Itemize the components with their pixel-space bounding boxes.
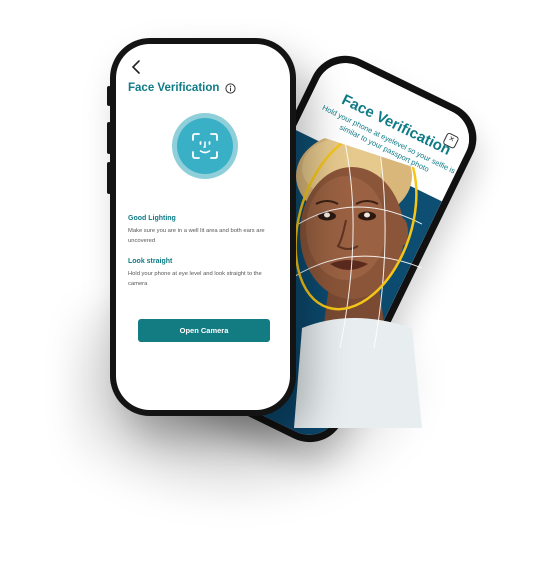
side-button-mute <box>107 86 111 106</box>
open-camera-button[interactable]: Open Camera <box>138 319 270 342</box>
lighting-heading: Good Lighting <box>128 215 176 222</box>
face-id-icon <box>192 133 218 159</box>
side-button-volume-down <box>107 162 111 194</box>
back-arrow-icon[interactable] <box>130 60 142 74</box>
page-title: Face Verification <box>128 82 220 94</box>
selfie-photo <box>294 129 422 428</box>
side-button-volume-up <box>107 122 111 154</box>
showcase-scene: Face Verification Hold your phone at eye… <box>0 0 535 579</box>
front-phone: Face Verification Good Lighting Make sur… <box>107 38 296 416</box>
look-straight-heading: Look straight <box>128 258 173 265</box>
look-straight-body: Hold your phone at eye level and look st… <box>128 271 262 287</box>
front-phone-screen: Face Verification Good Lighting Make sur… <box>116 44 290 410</box>
face-id-badge <box>172 113 238 179</box>
lighting-body: Make sure you are in a well lit area and… <box>128 228 265 244</box>
info-icon[interactable] <box>225 83 236 94</box>
